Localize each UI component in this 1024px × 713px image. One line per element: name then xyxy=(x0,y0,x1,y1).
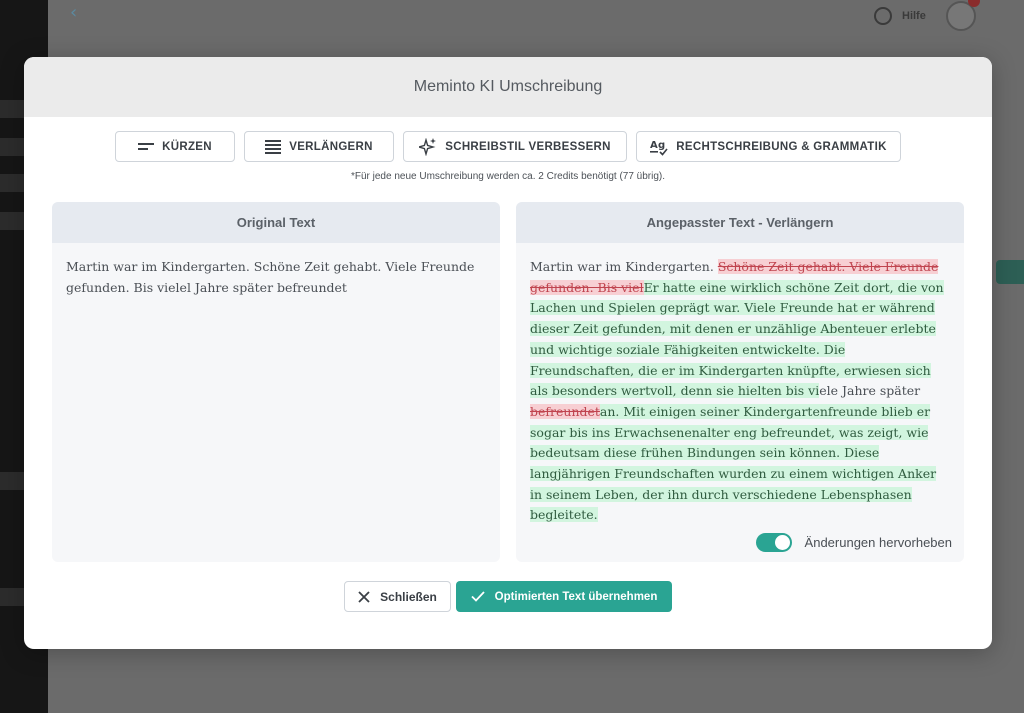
background-sidebar-item xyxy=(0,100,24,118)
close-button[interactable]: Schließen xyxy=(344,581,451,612)
shorten-lines-icon xyxy=(138,142,155,150)
check-icon xyxy=(470,591,485,602)
background-sidebar-item xyxy=(0,138,24,156)
original-text-body: Martin war im Kindergarten. Schöne Zeit … xyxy=(66,259,475,295)
avatar xyxy=(945,0,980,31)
highlight-toggle-row: Änderungen hervorheben xyxy=(755,533,952,552)
extend-button[interactable]: VERLÄNGERN xyxy=(244,131,394,162)
adjusted-text-header: Angepasster Text - Verlängern xyxy=(516,202,964,243)
rewrite-toolbar: KÜRZEN VERLÄNGERN SCHREIBSTIL VERBESSERN… xyxy=(24,131,992,162)
credits-note: *Für jede neue Umschreibung werden ca. 2… xyxy=(350,171,666,182)
adjusted-text-body: Martin war im Kindergarten. Schöne Zeit … xyxy=(516,243,964,526)
close-icon xyxy=(358,590,370,603)
improve-style-button[interactable]: SCHREIBSTIL VERBESSERN xyxy=(403,131,627,162)
background-sidebar-item xyxy=(0,174,24,192)
adjusted-text-panel: Angepasster Text - Verlängern Martin war… xyxy=(516,202,964,562)
modal-footer: Schließen Optimierten Text übernehmen xyxy=(24,581,992,612)
highlight-changes-label: Änderungen hervorheben xyxy=(804,535,952,550)
background-accent-strip xyxy=(996,260,1024,284)
accept-optimized-text-button[interactable]: Optimierten Text übernehmen xyxy=(456,581,672,612)
inserted-text-segment: an. Mit einigen seiner Kindergartenfreun… xyxy=(530,403,937,523)
shorten-button-label: KÜRZEN xyxy=(162,140,212,153)
inserted-text-segment: Er hatte eine wirklich schöne Zeit dort,… xyxy=(530,279,944,399)
original-text-panel: Original Text Martin war im Kindergarten… xyxy=(52,202,500,562)
modal-title: Meminto KI Umschreibung xyxy=(413,78,603,95)
extend-lines-icon xyxy=(265,139,282,154)
rewrite-modal: Meminto KI Umschreibung KÜRZEN VERLÄNGER… xyxy=(24,57,992,649)
unchanged-text-segment: Martin war im Kindergarten. xyxy=(530,259,718,274)
improve-style-button-label: SCHREIBSTIL VERBESSERN xyxy=(445,140,611,153)
deleted-text-segment: befreundet xyxy=(530,403,600,419)
spellcheck-button-label: RECHTSCHREIBUNG & GRAMMATIK xyxy=(676,140,887,153)
svg-text:Ag: Ag xyxy=(650,140,666,151)
notification-badge xyxy=(967,0,980,7)
sparkle-icon xyxy=(419,137,437,156)
toggle-knob xyxy=(774,535,790,550)
original-text-header: Original Text xyxy=(52,202,500,243)
extend-button-label: VERLÄNGERN xyxy=(289,140,373,153)
close-button-label: Schließen xyxy=(380,589,437,604)
accept-button-label: Optimierten Text übernehmen xyxy=(494,590,658,603)
spellcheck-button[interactable]: Ag RECHTSCHREIBUNG & GRAMMATIK xyxy=(636,131,901,162)
background-topbar: Hilfe xyxy=(874,0,1024,31)
background-sidebar-item xyxy=(0,472,24,490)
highlight-changes-toggle[interactable] xyxy=(755,533,792,552)
spellcheck-icon: Ag xyxy=(650,140,668,156)
unchanged-text-segment: ele Jahre später xyxy=(819,383,921,399)
background-sidebar-item xyxy=(0,588,24,606)
modal-header: Meminto KI Umschreibung xyxy=(24,57,992,117)
background-sidebar-item xyxy=(0,212,24,230)
help-label: Hilfe xyxy=(902,10,926,22)
help-icon xyxy=(874,7,892,25)
back-arrow-icon: ‹ xyxy=(70,2,78,23)
shorten-button[interactable]: KÜRZEN xyxy=(115,131,235,162)
